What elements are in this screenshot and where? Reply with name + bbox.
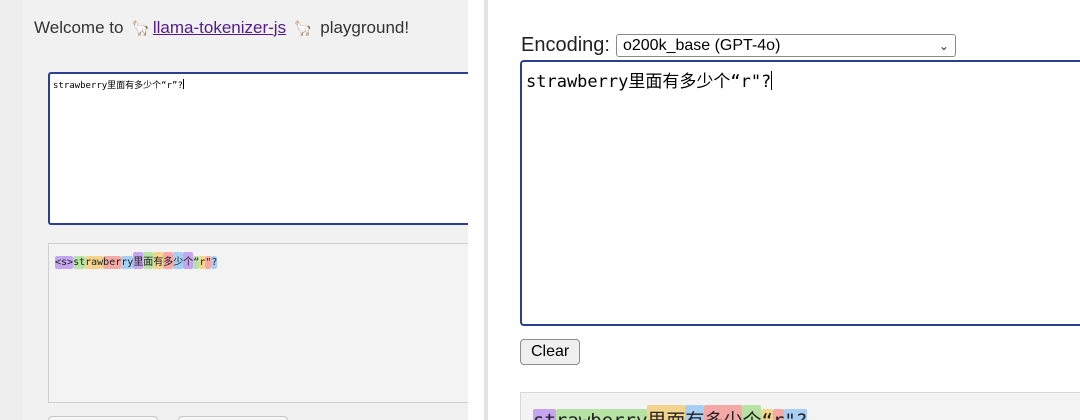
clear-button[interactable]: Clear [520, 339, 581, 365]
encoding-select[interactable]: o200k_base (GPT-4o) ⌄ [615, 34, 956, 57]
token-chip: st [73, 256, 86, 269]
token-chip: 有 [685, 405, 705, 420]
left-page-margin [0, 0, 22, 420]
token-chip: 多少 [704, 405, 743, 420]
right-tokenizer-panel: Encoding: o200k_base (GPT-4o) ⌄ strawber… [488, 0, 1080, 420]
encoding-label: Encoding: [521, 34, 610, 56]
token-chip: 有 [153, 252, 164, 269]
token-output-panel: strawberry里面有多少个“r"? [520, 392, 1080, 420]
token-chip: 里 [133, 252, 144, 269]
page-title: Welcome to 🦙 llama-tokenizer-js 🦙 playgro… [34, 18, 409, 38]
token-chip: “ [761, 409, 773, 420]
title-suffix: playground! [320, 18, 410, 37]
token-list: <s> strawberry里面有多少个“r"? [55, 252, 218, 269]
token-chip: 面 [143, 252, 154, 269]
llama-tokenizer-link[interactable]: llama-tokenizer-js [153, 18, 286, 37]
left-playground-panel: Welcome to 🦙 llama-tokenizer-js 🦙 playgro… [0, 0, 468, 420]
token-chip: ? [211, 256, 218, 269]
llama-icon: 🦙 [293, 20, 313, 37]
title-prefix: Welcome to [34, 18, 124, 37]
left-button-2[interactable] [178, 416, 288, 420]
token-chip: st [533, 409, 556, 420]
text-cursor [771, 71, 773, 90]
text-cursor [182, 79, 184, 89]
token-chip: ry [121, 256, 134, 269]
token-list: strawberry里面有多少个“r"? [533, 405, 808, 420]
token-chip: ber [103, 256, 122, 269]
token-chip: "? [784, 409, 808, 420]
token-chip: 个 [742, 405, 762, 420]
token-chip: 个 [183, 252, 194, 269]
text-input-area[interactable]: strawberry里面有多少个“r"? [520, 60, 1080, 326]
text-input-value: strawberry里面有多少个“r”? [53, 79, 184, 91]
encoding-selected-value: o200k_base (GPT-4o) [622, 36, 781, 54]
text-input-value: strawberry里面有多少个“r"? [526, 71, 773, 92]
token-output-panel: <s> strawberry里面有多少个“r"? [48, 243, 468, 403]
token-chip: r [772, 409, 785, 420]
text-input-area[interactable]: strawberry里面有多少个“r”? [48, 72, 468, 225]
token-chip: raw [85, 256, 104, 269]
token-chip: rawberry [555, 409, 648, 420]
token-chip: 少 [173, 252, 184, 269]
chevron-down-icon: ⌄ [938, 38, 949, 53]
left-button-1[interactable] [48, 416, 158, 420]
token-chip: 里面 [647, 405, 686, 420]
encoding-row: Encoding: o200k_base (GPT-4o) ⌄ [521, 34, 956, 57]
token-chip: <s> [55, 256, 74, 269]
llama-icon: 🦙 [131, 20, 150, 37]
token-chip: 多 [163, 252, 174, 269]
left-page-content: Welcome to 🦙 llama-tokenizer-js 🦙 playgro… [22, 0, 468, 420]
